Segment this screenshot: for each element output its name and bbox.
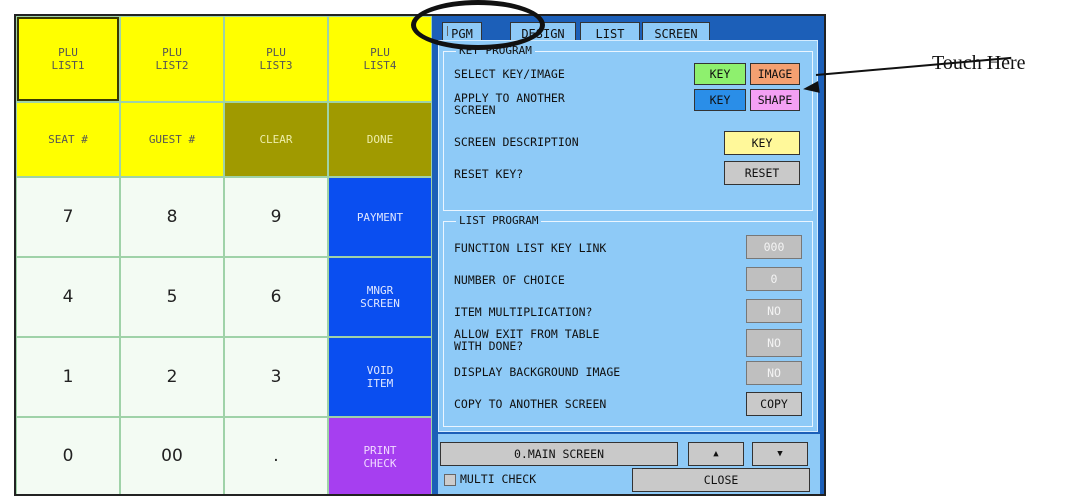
program-panel: PGM DESIGN LIST SCREEN KEY PROGRAM SELEC…	[432, 16, 824, 494]
multi-check-checkbox[interactable]	[444, 474, 456, 486]
payment-key[interactable]: PAYMENT	[328, 177, 432, 257]
select-key-button[interactable]: KEY	[694, 63, 746, 85]
copy-to-another-screen-label: COPY TO ANOTHER SCREEN	[454, 397, 607, 411]
pos-screen: PLU LIST1 PLU LIST2 PLU LIST3 PLU LIST4 …	[14, 14, 826, 496]
item-multiplication-value[interactable]: NO	[746, 299, 802, 323]
print-check-key[interactable]: PRINT CHECK	[328, 417, 432, 494]
scroll-up-button[interactable]: ▲	[688, 442, 744, 466]
function-list-link-value[interactable]: 000	[746, 235, 802, 259]
number-of-choice-label: NUMBER OF CHOICE	[454, 273, 565, 287]
mngr-screen-key[interactable]: MNGR SCREEN	[328, 257, 432, 337]
key-program-group: KEY PROGRAM SELECT KEY/IMAGE KEY IMAGE A…	[443, 44, 813, 211]
plu-list1-key[interactable]: PLU LIST1	[16, 16, 120, 102]
touch-here-label: Touch Here	[932, 52, 1026, 74]
done-key[interactable]: DONE	[328, 102, 432, 177]
item-multiplication-label: ITEM MULTIPLICATION?	[454, 305, 593, 319]
multi-check-label: MULTI CHECK	[460, 472, 537, 486]
plu-list3-key[interactable]: PLU LIST3	[224, 16, 328, 102]
bottom-bar: 0.MAIN SCREEN ▲ ▼ MULTI CHECK CLOSE	[438, 434, 820, 494]
display-bg-image-value[interactable]: NO	[746, 361, 802, 385]
void-item-key[interactable]: VOID ITEM	[328, 337, 432, 417]
clear-key[interactable]: CLEAR	[224, 102, 328, 177]
select-key-label: SELECT KEY/IMAGE	[454, 67, 565, 81]
digit-1-key[interactable]: 1	[16, 337, 120, 417]
tab-screen-label: SCREEN	[654, 26, 698, 41]
display-bg-image-label: DISPLAY BACKGROUND IMAGE	[454, 365, 621, 379]
select-image-button[interactable]: IMAGE	[750, 63, 800, 85]
keypad: PLU LIST1 PLU LIST2 PLU LIST3 PLU LIST4 …	[16, 16, 432, 494]
digit-7-key[interactable]: 7	[16, 177, 120, 257]
allow-exit-label: ALLOW EXIT FROM TABLE WITH DONE?	[454, 327, 600, 353]
apply-shape-button[interactable]: SHAPE	[750, 89, 800, 111]
tab-list-label: LIST	[595, 26, 625, 41]
plu-list2-key[interactable]: PLU LIST2	[120, 16, 224, 102]
list-program-title: LIST PROGRAM	[456, 214, 542, 227]
arrow-head-icon	[802, 80, 820, 96]
reset-key-label: RESET KEY?	[454, 167, 524, 181]
apply-key-button[interactable]: KEY	[694, 89, 746, 111]
screen-description-label: SCREEN DESCRIPTION	[454, 135, 579, 149]
function-list-link-label: FUNCTION LIST KEY LINK	[454, 241, 607, 255]
digit-8-key[interactable]: 8	[120, 177, 224, 257]
seat-key[interactable]: SEAT #	[16, 102, 120, 177]
digit-4-key[interactable]: 4	[16, 257, 120, 337]
screen-description-key-button[interactable]: KEY	[724, 131, 800, 155]
digit-9-key[interactable]: 9	[224, 177, 328, 257]
digit-5-key[interactable]: 5	[120, 257, 224, 337]
digit-00-key[interactable]: 00	[120, 417, 224, 494]
allow-exit-value[interactable]: NO	[746, 329, 802, 357]
digit-2-key[interactable]: 2	[120, 337, 224, 417]
digit-0-key[interactable]: 0	[16, 417, 120, 494]
list-program-group: LIST PROGRAM FUNCTION LIST KEY LINK 000 …	[443, 214, 813, 427]
guest-key[interactable]: GUEST #	[120, 102, 224, 177]
screen-select-button[interactable]: 0.MAIN SCREEN	[440, 442, 678, 466]
tab-content: KEY PROGRAM SELECT KEY/IMAGE KEY IMAGE A…	[438, 40, 818, 432]
scroll-down-button[interactable]: ▼	[752, 442, 808, 466]
highlight-oval	[411, 0, 545, 50]
apply-label: APPLY TO ANOTHER SCREEN	[454, 91, 565, 117]
decimal-key[interactable]: .	[224, 417, 328, 494]
digit-3-key[interactable]: 3	[224, 337, 328, 417]
reset-button[interactable]: RESET	[724, 161, 800, 185]
number-of-choice-value[interactable]: 0	[746, 267, 802, 291]
copy-button[interactable]: COPY	[746, 392, 802, 416]
digit-6-key[interactable]: 6	[224, 257, 328, 337]
close-button[interactable]: CLOSE	[632, 468, 810, 492]
